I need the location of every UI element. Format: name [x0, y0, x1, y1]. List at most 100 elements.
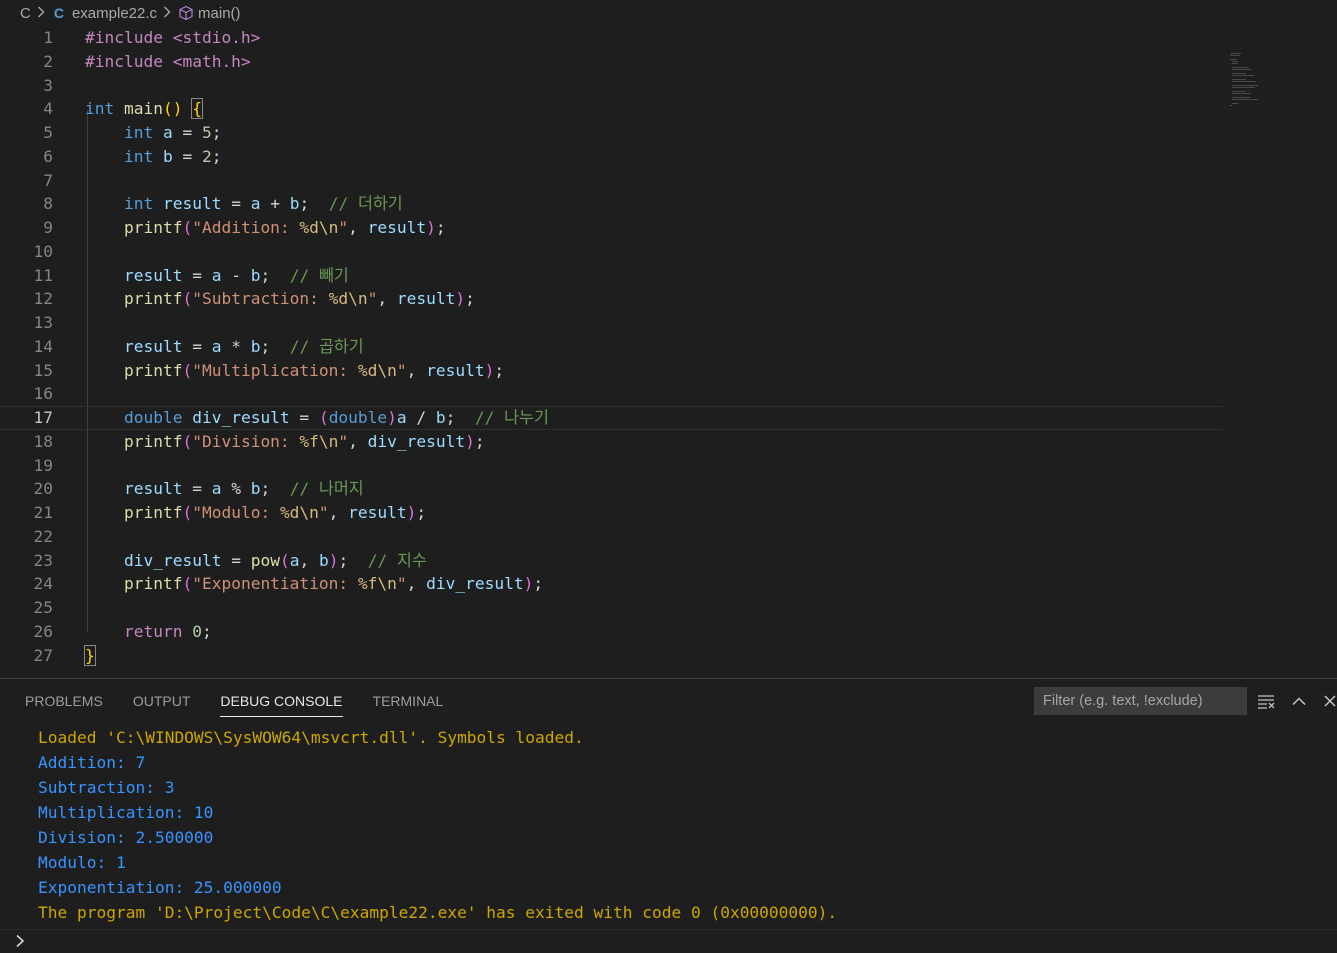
console-line: Multiplication: 10: [38, 803, 214, 822]
repl-input[interactable]: [0, 929, 1337, 953]
code-token: div_result: [367, 431, 466, 451]
code-token: ;: [474, 431, 485, 451]
code-line[interactable]: 2 #include <math.h>: [0, 50, 1223, 74]
code-line[interactable]: 20 result = a % b; // 나머지: [0, 477, 1223, 501]
line-number: 6: [43, 146, 53, 166]
console-filter-input[interactable]: [1034, 687, 1247, 715]
code-line[interactable]: 14 result = a * b; // 곱하기: [0, 335, 1223, 359]
code-token: ;: [338, 550, 368, 570]
code-line[interactable]: 8 int result = a + b; // 더하기: [0, 192, 1223, 216]
code-token: b: [318, 550, 329, 570]
minimap-line: [1232, 67, 1249, 68]
code-token: ): [465, 431, 475, 451]
code-line[interactable]: 5 int a = 5;: [0, 121, 1223, 145]
code-token: pow: [250, 550, 280, 570]
code-token: // 빼기: [289, 265, 349, 285]
code-token: ;: [211, 146, 222, 166]
code-text: int main() {: [85, 97, 203, 121]
code-token: ;: [299, 194, 329, 214]
code-line[interactable]: 11 result = a - b; // 빼기: [0, 264, 1223, 288]
code-line[interactable]: 16: [0, 382, 1223, 406]
code-line[interactable]: 18 printf("Division: %f\n", div_result);: [0, 430, 1223, 454]
filter-menu-icon[interactable]: [1257, 692, 1275, 710]
code-token: a: [211, 479, 222, 499]
code-line[interactable]: 9 printf("Addition: %d\n", result);: [0, 216, 1223, 240]
code-line[interactable]: 4 int main() {: [0, 97, 1223, 121]
code-line[interactable]: 26 return 0;: [0, 620, 1223, 644]
code-line[interactable]: 15 printf("Multiplication: %d\n", result…: [0, 359, 1223, 383]
code-token: ;: [211, 123, 222, 142]
code-token: printf: [123, 503, 183, 522]
code-line[interactable]: 6 int b = 2;: [0, 145, 1223, 169]
code-text: return 0;: [85, 620, 212, 644]
code-token: ;: [435, 218, 446, 237]
code-token: ;: [201, 621, 212, 641]
line-number: 15: [33, 360, 54, 380]
code-token: div_result: [123, 550, 222, 570]
code-line[interactable]: 22: [0, 525, 1223, 549]
code-token: result: [162, 194, 222, 214]
code-token: ): [387, 408, 397, 427]
code-line[interactable]: 19: [0, 454, 1223, 478]
tab-terminal[interactable]: TERMINAL: [358, 679, 459, 723]
code-line[interactable]: 21 printf("Modulo: %d\n", result);: [0, 501, 1223, 525]
minimap-line: [1232, 73, 1246, 74]
code-line[interactable]: 13: [0, 311, 1223, 335]
minimap[interactable]: [1230, 53, 1290, 108]
code-token: "Subtraction:: [192, 289, 329, 309]
code-line[interactable]: 10: [0, 240, 1223, 264]
code-token: ): [455, 289, 466, 309]
code-token: ;: [260, 479, 290, 499]
code-text: printf("Division: %f\n", div_result);: [85, 430, 485, 454]
code-token: (: [182, 574, 193, 594]
minimap-line: [1232, 81, 1256, 82]
code-text: #include <math.h>: [85, 50, 251, 74]
code-line[interactable]: 7: [0, 169, 1223, 193]
code-line[interactable]: 3: [0, 74, 1223, 98]
chevron-up-icon[interactable]: [1290, 692, 1308, 710]
code-line[interactable]: 24 printf("Exponentiation: %f\n", div_re…: [0, 572, 1223, 596]
code-token: *: [221, 336, 251, 356]
code-token: // 지수: [367, 550, 427, 570]
minimap-line: [1232, 75, 1254, 76]
code-token: ): [484, 360, 495, 380]
code-token: result: [348, 503, 407, 522]
close-icon[interactable]: [1321, 692, 1337, 710]
code-token: =: [172, 146, 202, 166]
code-line[interactable]: 12 printf("Subtraction: %d\n", result);: [0, 287, 1223, 311]
breadcrumb-root[interactable]: C: [20, 5, 31, 22]
minimap-line: [1232, 63, 1239, 64]
code-line[interactable]: 27}: [0, 644, 1223, 668]
code-line[interactable]: 25: [0, 596, 1223, 620]
code-token: b: [250, 336, 261, 356]
code-token: a: [250, 194, 261, 214]
code-line[interactable]: 1 #include <stdio.h>: [0, 26, 1223, 50]
line-number: 17: [33, 408, 54, 427]
tab-debug-console[interactable]: DEBUG CONSOLE: [205, 679, 357, 723]
code-editor[interactable]: 1 #include <stdio.h> 2 #include <math.h> 3 4 i…: [0, 26, 1337, 678]
code-token: ;: [260, 265, 290, 285]
tab-problems[interactable]: PROBLEMS: [0, 679, 118, 723]
code-token: ,: [348, 431, 368, 451]
breadcrumb-symbol[interactable]: main(): [198, 5, 241, 22]
tab-output[interactable]: OUTPUT: [118, 679, 206, 723]
code-line[interactable]: 17 double div_result = (double)a / b; //…: [0, 406, 1223, 430]
line-number: 18: [33, 431, 54, 451]
chevron-right-icon: [163, 5, 171, 21]
code-token: int: [85, 99, 115, 119]
code-line[interactable]: 23 div_result = pow(a, b); // 지수: [0, 549, 1223, 573]
code-text: result = a % b; // 나머지: [85, 477, 364, 501]
code-token: (: [318, 408, 329, 427]
bottom-panel: PROBLEMS OUTPUT DEBUG CONSOLE TERMINAL L…: [0, 678, 1337, 952]
code-token: (: [279, 550, 290, 570]
code-token: b: [435, 408, 446, 427]
breadcrumb-file[interactable]: example22.c: [72, 5, 157, 22]
code-text: printf("Addition: %d\n", result);: [85, 216, 446, 240]
